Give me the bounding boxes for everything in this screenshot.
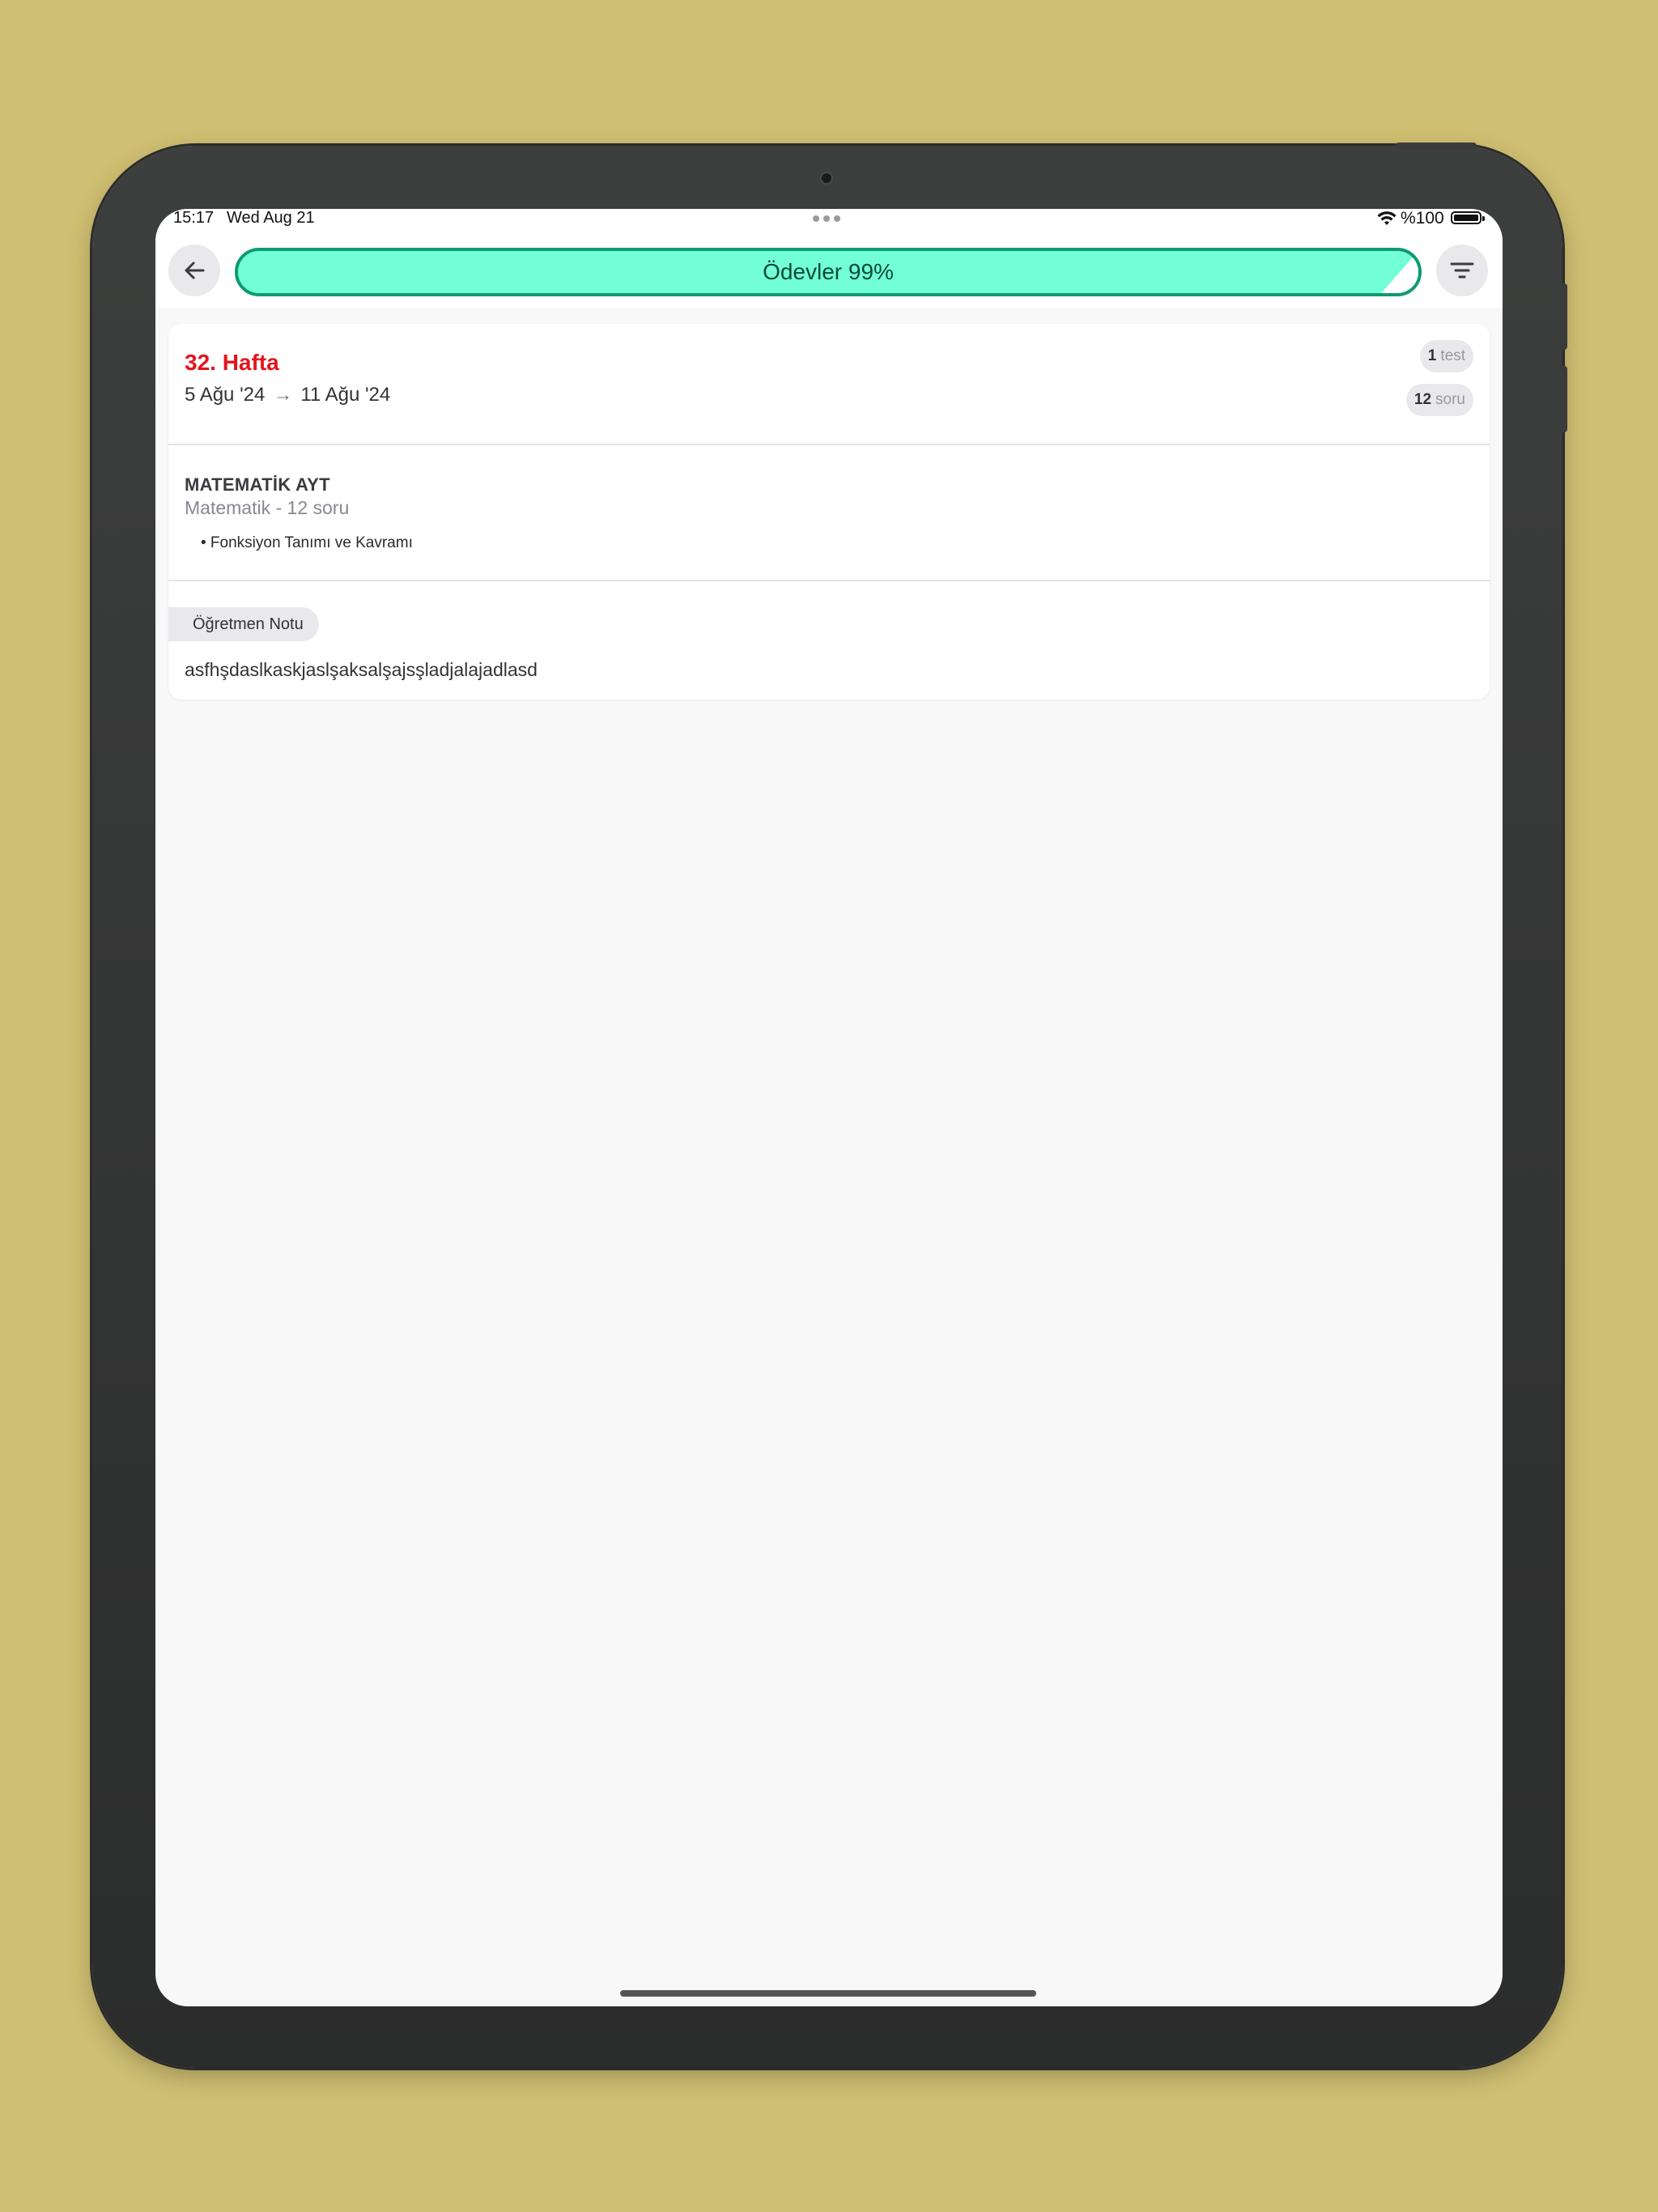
arrow-left-icon [185, 262, 205, 279]
date-start: 5 Ağu '24 [185, 384, 266, 406]
status-time: 15:17 [173, 209, 215, 227]
divider [168, 444, 1490, 445]
question-count: 12 [1414, 391, 1432, 408]
topic-item: • Fonksiyon Tanımı ve Kavramı [201, 534, 413, 551]
test-count-badge: 1 test [1419, 340, 1473, 372]
status-bar: 15:17 Wed Aug 21 %100 [155, 209, 1503, 228]
week-title: 32. Hafta [185, 350, 279, 375]
filter-icon [1450, 262, 1474, 279]
volume-down-button [1561, 366, 1567, 432]
divider [168, 580, 1490, 581]
date-end: 11 Ağu '24 [300, 384, 391, 406]
app-screen: 15:17 Wed Aug 21 %100 Ödevler 99% 32. Ha… [155, 209, 1503, 2006]
battery-icon [1451, 211, 1485, 224]
power-button [1396, 143, 1477, 149]
multitask-dots-icon[interactable] [813, 215, 840, 222]
back-button[interactable] [168, 245, 220, 296]
homework-progress-bar[interactable]: Ödevler 99% [235, 248, 1422, 296]
camera [822, 173, 831, 183]
volume-up-button [1561, 283, 1567, 350]
question-unit: soru [1435, 391, 1465, 408]
battery-percentage: %100 [1401, 209, 1444, 228]
progress-label: Ödevler 99% [763, 259, 894, 284]
filter-button[interactable] [1436, 245, 1488, 296]
subject-subtitle: Matematik - 12 soru [185, 497, 350, 518]
home-indicator[interactable] [620, 1990, 1036, 1997]
subject-title: MATEMATİK AYT [185, 474, 330, 495]
teacher-note-label: Öğretmen Notu [168, 607, 319, 641]
test-count: 1 [1427, 347, 1437, 364]
question-count-badge: 12 soru [1405, 384, 1473, 416]
date-range: 5 Ağu '24 → 11 Ağu '24 [185, 384, 390, 406]
week-card[interactable]: 32. Hafta 5 Ağu '24 → 11 Ağu '24 1 test 12… [168, 324, 1490, 700]
teacher-note-text: asfhşdaslkaskjaslşaksalşajsşladjalajadla… [185, 659, 538, 680]
header-bar: Ödevler 99% [155, 228, 1503, 308]
status-date: Wed Aug 21 [227, 209, 315, 227]
arrow-right-icon: → [273, 384, 293, 406]
wifi-icon [1377, 211, 1397, 225]
test-unit: test [1440, 347, 1465, 364]
